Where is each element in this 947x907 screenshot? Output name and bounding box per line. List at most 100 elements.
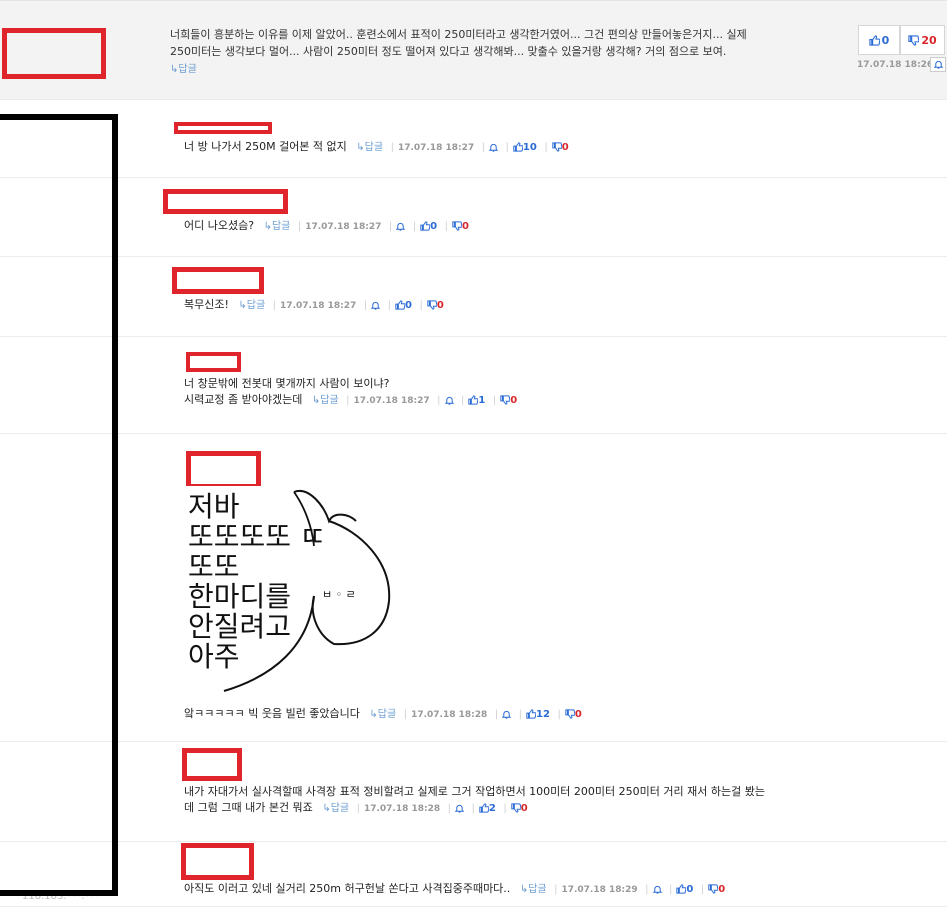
parent-comment-timestamp: 17.07.18 18:26 bbox=[857, 60, 934, 70]
upvote-count: 10 bbox=[522, 142, 537, 153]
thumbs-up-icon[interactable] bbox=[676, 884, 687, 894]
upvote-count: 0 bbox=[430, 221, 438, 232]
thumbs-up-icon[interactable] bbox=[420, 221, 431, 231]
reply-comment: 어디 나오셨슴? ↳답글 | 17.07.18 18:27 | | 0 | 0 bbox=[184, 219, 469, 232]
thumbs-up-icon[interactable] bbox=[479, 803, 489, 813]
bell-icon[interactable] bbox=[396, 222, 406, 231]
reply-link[interactable]: ↳답글 bbox=[238, 300, 265, 311]
thumbs-down-icon[interactable] bbox=[552, 142, 562, 152]
thumbs-down-icon[interactable] bbox=[708, 884, 719, 894]
bell-icon[interactable] bbox=[444, 396, 454, 405]
meme-line: 아주 bbox=[188, 640, 240, 673]
reply-link[interactable]: ↳답글 bbox=[170, 64, 197, 75]
redacted-username bbox=[181, 843, 254, 880]
timestamp: 17.07.18 18:27 bbox=[280, 301, 357, 311]
comment-text: 내가 자대가서 실사격할때 사격장 표적 정비할려고 실제로 그거 작업하면서 … bbox=[184, 785, 765, 798]
redacted-username bbox=[186, 352, 241, 372]
redacted-username bbox=[2, 28, 106, 79]
reply-comment: 너 창문밖에 전봇대 몇개까지 사람이 보이냐? 시력교정 좀 받아야겠는데 ↳… bbox=[184, 377, 518, 406]
thumbs-down-icon[interactable] bbox=[452, 221, 463, 231]
redacted-sidebar bbox=[0, 114, 118, 896]
meme-line: 안질려고 bbox=[188, 610, 292, 643]
upvote-count: 0 bbox=[881, 33, 890, 47]
downvote-count: 0 bbox=[510, 395, 518, 406]
thumbs-up-icon bbox=[869, 34, 880, 46]
parent-comment-text-line1: 너희들이 흥분하는 이유를 이제 알았어.. 훈련소에서 표적이 250미터라고… bbox=[170, 28, 747, 41]
reply-comment: 내가 자대가서 실사격할때 사격장 표적 정비할려고 실제로 그거 작업하면서 … bbox=[184, 785, 765, 814]
bell-icon bbox=[933, 60, 943, 69]
bell-icon[interactable] bbox=[371, 301, 381, 310]
downvote-count: 0 bbox=[561, 142, 569, 153]
redacted-username bbox=[174, 122, 272, 134]
reply-link[interactable]: ↳답글 bbox=[322, 803, 349, 814]
redacted-username bbox=[163, 189, 288, 214]
reply-comment: 아직도 이러고 있네 실거리 250m 허구헌날 쏜다고 사격집중주때마다.. … bbox=[184, 882, 726, 895]
upvote-count: 0 bbox=[686, 884, 694, 895]
redacted-username bbox=[172, 267, 264, 294]
reply-link[interactable]: ↳답글 bbox=[369, 709, 396, 720]
parent-comment: 너희들이 흥분하는 이유를 이제 알았어.. 훈련소에서 표적이 250미터라고… bbox=[0, 0, 947, 100]
upvote-count: 1 bbox=[478, 395, 486, 406]
comment-text: 너 창문밖에 전봇대 몇개까지 사람이 보이냐? bbox=[184, 377, 390, 390]
redacted-username bbox=[186, 451, 261, 489]
reply-row bbox=[0, 257, 947, 337]
comment-text: 앜ㅋㅋㅋㅋㅋ 빅 웃음 빌런 좋았습니다 bbox=[184, 707, 360, 720]
upvote-button[interactable]: 0 bbox=[858, 25, 900, 55]
comment-text: 복무신조! bbox=[184, 298, 229, 311]
timestamp: 17.07.18 18:28 bbox=[411, 710, 488, 720]
comment-text: 데 그럼 그때 내가 본건 뭐죠 bbox=[184, 801, 313, 814]
parent-comment-body: 너희들이 흥분하는 이유를 이제 알았어.. 훈련소에서 표적이 250미터라고… bbox=[170, 26, 820, 78]
upvote-count: 0 bbox=[405, 300, 412, 311]
reply-comment: 너 방 나가서 250M 걸어본 적 없지 ↳답글 | 17.07.18 18:2… bbox=[184, 140, 569, 153]
meme-image: 저바 또또또또 ㄸ 또또 한마디를 안질려고 아주 ㅂ ◦ ㄹ bbox=[184, 486, 394, 696]
thumbs-down-icon[interactable] bbox=[500, 395, 511, 405]
meme-text: 저바 또또또또 ㄸ 또또 한마디를 안질려고 아주 bbox=[188, 492, 326, 672]
thumbs-down-icon bbox=[908, 34, 920, 46]
reply-row bbox=[0, 178, 947, 257]
downvote-count: 0 bbox=[574, 709, 582, 720]
meme-line: 한마디를 bbox=[188, 580, 292, 613]
reply-link[interactable]: ↳답글 bbox=[264, 221, 291, 232]
bell-icon[interactable] bbox=[489, 143, 499, 152]
comment-text: 시력교정 좀 받아야겠는데 bbox=[184, 393, 303, 406]
downvote-count: 20 bbox=[921, 33, 937, 47]
downvote-count: 0 bbox=[520, 803, 528, 814]
parent-comment-text-line2: 250미터는 생각보다 멀어... 사람이 250미터 정도 떨어져 있다고 생… bbox=[170, 45, 727, 58]
downvote-count: 0 bbox=[436, 300, 444, 311]
upvote-count: 12 bbox=[536, 709, 550, 720]
meme-face: ㅂ ◦ ㄹ bbox=[322, 588, 356, 601]
reply-comment: 앜ㅋㅋㅋㅋㅋ 빅 웃음 빌런 좋았습니다 ↳답글 | 17.07.18 18:28… bbox=[184, 707, 582, 720]
reply-link[interactable]: ↳답글 bbox=[356, 142, 383, 153]
upvote-count: 2 bbox=[488, 803, 496, 814]
thumbs-up-icon[interactable] bbox=[395, 300, 405, 310]
downvote-button[interactable]: 20 bbox=[900, 25, 945, 55]
thumbs-down-icon[interactable] bbox=[511, 803, 521, 813]
downvote-count: 0 bbox=[718, 884, 726, 895]
timestamp: 17.07.18 18:28 bbox=[363, 804, 441, 814]
timestamp: 17.07.18 18:29 bbox=[561, 885, 638, 895]
comment-text: 너 방 나가서 250M 걸어본 적 없지 bbox=[184, 140, 347, 153]
comment-text: 아직도 이러고 있네 실거리 250m 허구헌날 쏜다고 사격집중주때마다.. bbox=[184, 882, 511, 895]
timestamp: 17.07.18 18:27 bbox=[305, 222, 382, 232]
thumbs-up-icon[interactable] bbox=[468, 395, 479, 405]
thumbs-down-icon[interactable] bbox=[427, 300, 437, 310]
reply-link[interactable]: ↳답글 bbox=[312, 395, 339, 406]
report-button[interactable] bbox=[930, 57, 946, 72]
timestamp: 17.07.18 18:27 bbox=[397, 143, 475, 153]
thumbs-down-icon[interactable] bbox=[565, 709, 575, 719]
thumbs-up-icon[interactable] bbox=[513, 142, 523, 152]
meme-line: 또또 bbox=[188, 550, 240, 583]
comment-text: 어디 나오셨슴? bbox=[184, 219, 255, 232]
meme-line: 저바 bbox=[188, 490, 240, 523]
bell-icon[interactable] bbox=[455, 804, 465, 813]
bell-icon[interactable] bbox=[502, 710, 512, 719]
reply-comment: 복무신조! ↳답글 | 17.07.18 18:27 | | 0 | 0 bbox=[184, 298, 444, 311]
meme-line: 또또또또 ㄸ bbox=[188, 520, 326, 553]
timestamp: 17.07.18 18:27 bbox=[353, 396, 430, 406]
reply-row bbox=[0, 434, 947, 742]
bell-icon[interactable] bbox=[652, 885, 662, 894]
redacted-username bbox=[182, 748, 242, 781]
thumbs-up-icon[interactable] bbox=[526, 709, 537, 719]
downvote-count: 0 bbox=[462, 221, 469, 232]
reply-link[interactable]: ↳답글 bbox=[520, 884, 547, 895]
